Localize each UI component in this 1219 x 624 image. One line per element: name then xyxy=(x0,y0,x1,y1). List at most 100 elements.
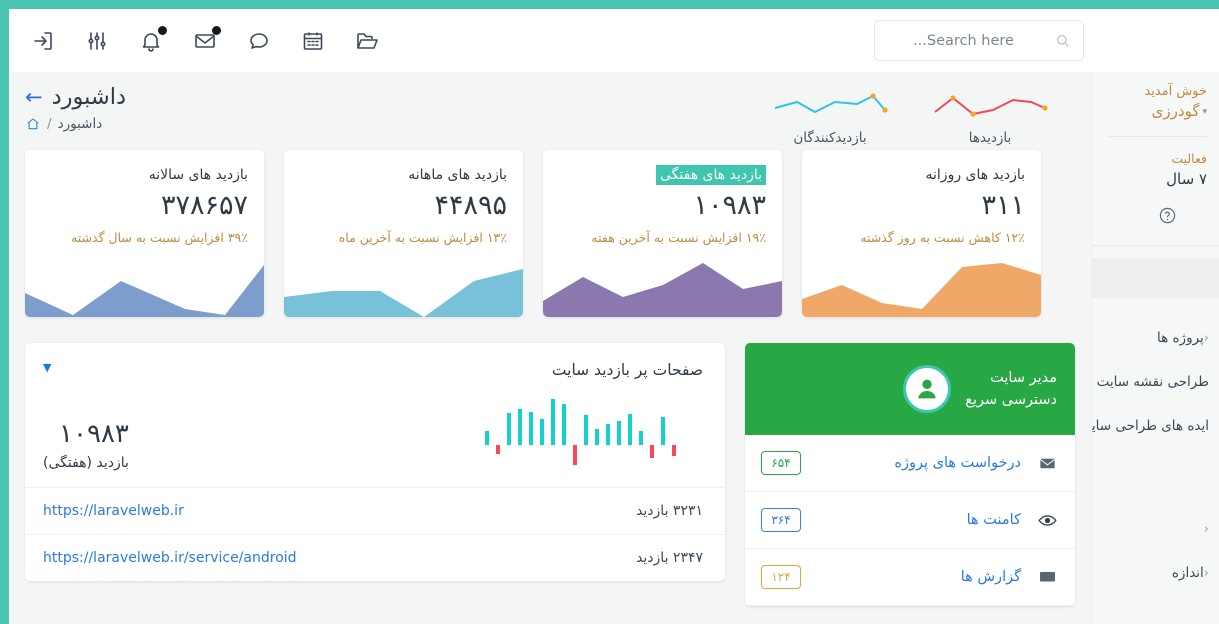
top-pages-panel: صفحات پر بازدید سایت ▼ ۱۰۹۸۳ بازدید (هفت… xyxy=(25,343,725,581)
stat-card-value: ۳۷۸۶۵۷ xyxy=(160,190,248,221)
weekly-visits-caption: بازدید (هفتگی) xyxy=(43,455,129,471)
stat-card-subtext: ۱۳٪ افزایش نسبت به آخرین ماه xyxy=(338,230,507,245)
top-toolbar xyxy=(9,9,1219,72)
chevron-left-icon: ‹ xyxy=(1203,330,1209,346)
quick-item-project-requests[interactable]: درخواست های پروژه ۶۵۴ xyxy=(745,435,1075,492)
quick-access-panel: مدیر سایت دسترسی سریع درخواست های پروژه … xyxy=(745,343,1075,606)
bell-icon[interactable] xyxy=(139,25,167,53)
sidebar-divider-2 xyxy=(1092,245,1219,246)
stat-card-chart xyxy=(543,241,782,317)
stat-card-daily[interactable]: بازدید های روزانه ۳۱۱ ۱۲٪ کاهش نسبت به ر… xyxy=(802,150,1041,317)
quick-item-badge: ۱۲۴ xyxy=(761,565,801,589)
stat-card-title: بازدید های روزانه xyxy=(925,167,1025,183)
quick-item-label: درخواست های پروژه xyxy=(894,455,1021,471)
sidebar-item-size[interactable]: ‹ اندازه xyxy=(1092,551,1219,595)
breadcrumb-separator: / xyxy=(47,116,52,132)
envelope-badge-dot xyxy=(212,25,221,35)
search-box[interactable] xyxy=(873,20,1084,61)
bell-badge-dot xyxy=(158,25,167,35)
bar-chart-bars xyxy=(485,399,676,465)
stat-card-value: ۴۴۸۹۵ xyxy=(434,190,507,221)
page-header: بازدیدها بازدیدکنندگان داشبورد ← داشبورد… xyxy=(9,72,1091,150)
breadcrumb-current[interactable]: داشبورد xyxy=(58,116,103,132)
stat-card-yearly[interactable]: بازدید های سالانه ۳۷۸۶۵۷ ۳۹٪ افزایش نسبت… xyxy=(25,150,264,317)
page-url-link[interactable]: https://laravelweb.ir/service/android xyxy=(43,550,297,566)
page-title: داشبورد ← xyxy=(25,84,126,110)
quick-item-comments[interactable]: کامنت ها ۳۶۴ xyxy=(745,492,1075,549)
weekly-visits-stat: ۱۰۹۸۳ بازدید (هفتگی) xyxy=(43,419,129,471)
welcome-username: گودرزی xyxy=(1151,102,1200,120)
main-content: بازدیدها بازدیدکنندگان داشبورد ← داشبورد… xyxy=(9,72,1091,624)
sidebar-placeholder-block xyxy=(1092,258,1219,298)
sparkline-visitors: بازدیدکنندگان xyxy=(771,88,889,146)
activity-label: فعالیت xyxy=(1171,151,1207,166)
sidebar-item-site-design-ideas[interactable]: ایده های طراحی سایت xyxy=(1092,404,1219,448)
weekly-visits-bar-chart xyxy=(483,391,703,471)
top-pages-title: صفحات پر بازدید سایت xyxy=(551,361,703,379)
sidebar-menu: ‹ پروژه ها طراحی نقشه سایت ایده های طراح… xyxy=(1092,316,1219,595)
chevron-down-icon: ▾ xyxy=(1202,106,1207,117)
stat-card-chart xyxy=(284,241,523,317)
quick-access-header: مدیر سایت دسترسی سریع xyxy=(745,343,1075,435)
stat-card-title-highlight: بازدید های هفتگی xyxy=(656,165,766,185)
sparkline-label: بازدیدکنندگان xyxy=(793,130,867,146)
folder-icon[interactable] xyxy=(355,29,379,53)
stat-card-title: بازدید های سالانه xyxy=(148,167,248,183)
welcome-username-row[interactable]: ▾گودرزی xyxy=(1104,102,1207,120)
quick-item-badge: ۳۶۴ xyxy=(761,508,801,532)
sidebar-item-label: اندازه xyxy=(1171,565,1204,581)
monitor-icon xyxy=(1035,568,1059,587)
breadcrumb: داشبورد / xyxy=(25,116,126,132)
envelope-icon[interactable] xyxy=(193,25,221,53)
sparkline-visitors-chart xyxy=(774,93,888,114)
chat-icon[interactable] xyxy=(247,29,271,53)
app-root: خوش آمدید ▾گودرزی فعالیت ۷ سال ‹ پروژه ه… xyxy=(0,0,1219,624)
stat-card-chart xyxy=(25,241,264,317)
page-visits: ۳۲۳۱ بازدید xyxy=(636,503,703,519)
quick-item-badge: ۶۵۴ xyxy=(761,451,801,475)
activity-value: ۷ سال xyxy=(1166,170,1207,188)
back-arrow-icon[interactable]: ← xyxy=(25,86,43,108)
page-url-link[interactable]: https://laravelweb.ir xyxy=(43,503,184,519)
page-title-text: داشبورد xyxy=(51,84,127,110)
avatar[interactable] xyxy=(903,365,952,413)
toolbar-icon-group xyxy=(9,25,379,53)
calendar-icon[interactable] xyxy=(301,29,325,53)
stat-card-subtext: ۱۲٪ کاهش نسبت به روز گذشته xyxy=(860,230,1025,245)
sidebar-item-label: ایده های طراحی سایت xyxy=(1091,418,1209,434)
home-icon[interactable] xyxy=(25,116,41,132)
sparkline-group: بازدیدها بازدیدکنندگان xyxy=(761,84,1073,146)
stat-card-weekly[interactable]: بازدید های هفتگی ۱۰۹۸۳ ۱۹٪ افزایش نسبت ب… xyxy=(543,150,782,317)
welcome-greeting: خوش آمدید xyxy=(1144,84,1207,99)
stat-card-monthly[interactable]: بازدید های ماهانه ۴۴۸۹۵ ۱۳٪ افزایش نسبت … xyxy=(284,150,523,317)
sidebar-item-label: طراحی نقشه سایت xyxy=(1096,374,1209,390)
chevron-left-icon: ‹ xyxy=(1203,522,1209,537)
stat-card-row: بازدید های سالانه ۳۷۸۶۵۷ ۳۹٪ افزایش نسبت… xyxy=(9,150,1091,317)
sparkline-label: بازدیدها xyxy=(968,130,1012,146)
eye-icon xyxy=(1035,510,1059,531)
quick-item-reports[interactable]: گزارش ها ۱۲۴ xyxy=(745,549,1075,606)
sparkline-visits-chart xyxy=(934,95,1048,117)
envelope-icon xyxy=(1035,454,1059,473)
sidebar-item-settings[interactable]: ‹ xyxy=(1092,508,1219,551)
user-icon xyxy=(918,379,937,399)
stat-card-value: ۱۰۹۸۳ xyxy=(693,190,766,221)
sidebar-item-projects[interactable]: ‹ پروژه ها xyxy=(1092,316,1219,360)
sidebar-welcome: خوش آمدید ▾گودرزی xyxy=(1092,84,1219,120)
top-pages-body: ۱۰۹۸۳ بازدید (هفتگی) xyxy=(25,379,725,487)
stat-card-chart xyxy=(802,241,1041,317)
sliders-icon[interactable] xyxy=(85,29,109,53)
search-container xyxy=(873,20,1219,61)
stat-card-subtext: ۱۹٪ افزایش نسبت به آخرین هفته xyxy=(591,230,766,245)
search-input[interactable] xyxy=(873,32,1054,49)
login-icon[interactable] xyxy=(31,29,55,53)
quick-access-subtitle: دسترسی سریع xyxy=(965,392,1057,408)
help-icon[interactable] xyxy=(1092,188,1219,229)
sidebar-item-sitemap-design[interactable]: طراحی نقشه سایت xyxy=(1092,360,1219,404)
sparkline-visits: بازدیدها xyxy=(931,88,1049,146)
caret-down-icon[interactable]: ▼ xyxy=(43,361,51,374)
table-row[interactable]: ۳۲۳۱ بازدید https://laravelweb.ir xyxy=(25,487,725,534)
table-row[interactable]: ۲۳۴۷ بازدید https://laravelweb.ir/servic… xyxy=(25,534,725,581)
lower-row: صفحات پر بازدید سایت ▼ ۱۰۹۸۳ بازدید (هفت… xyxy=(9,317,1091,606)
